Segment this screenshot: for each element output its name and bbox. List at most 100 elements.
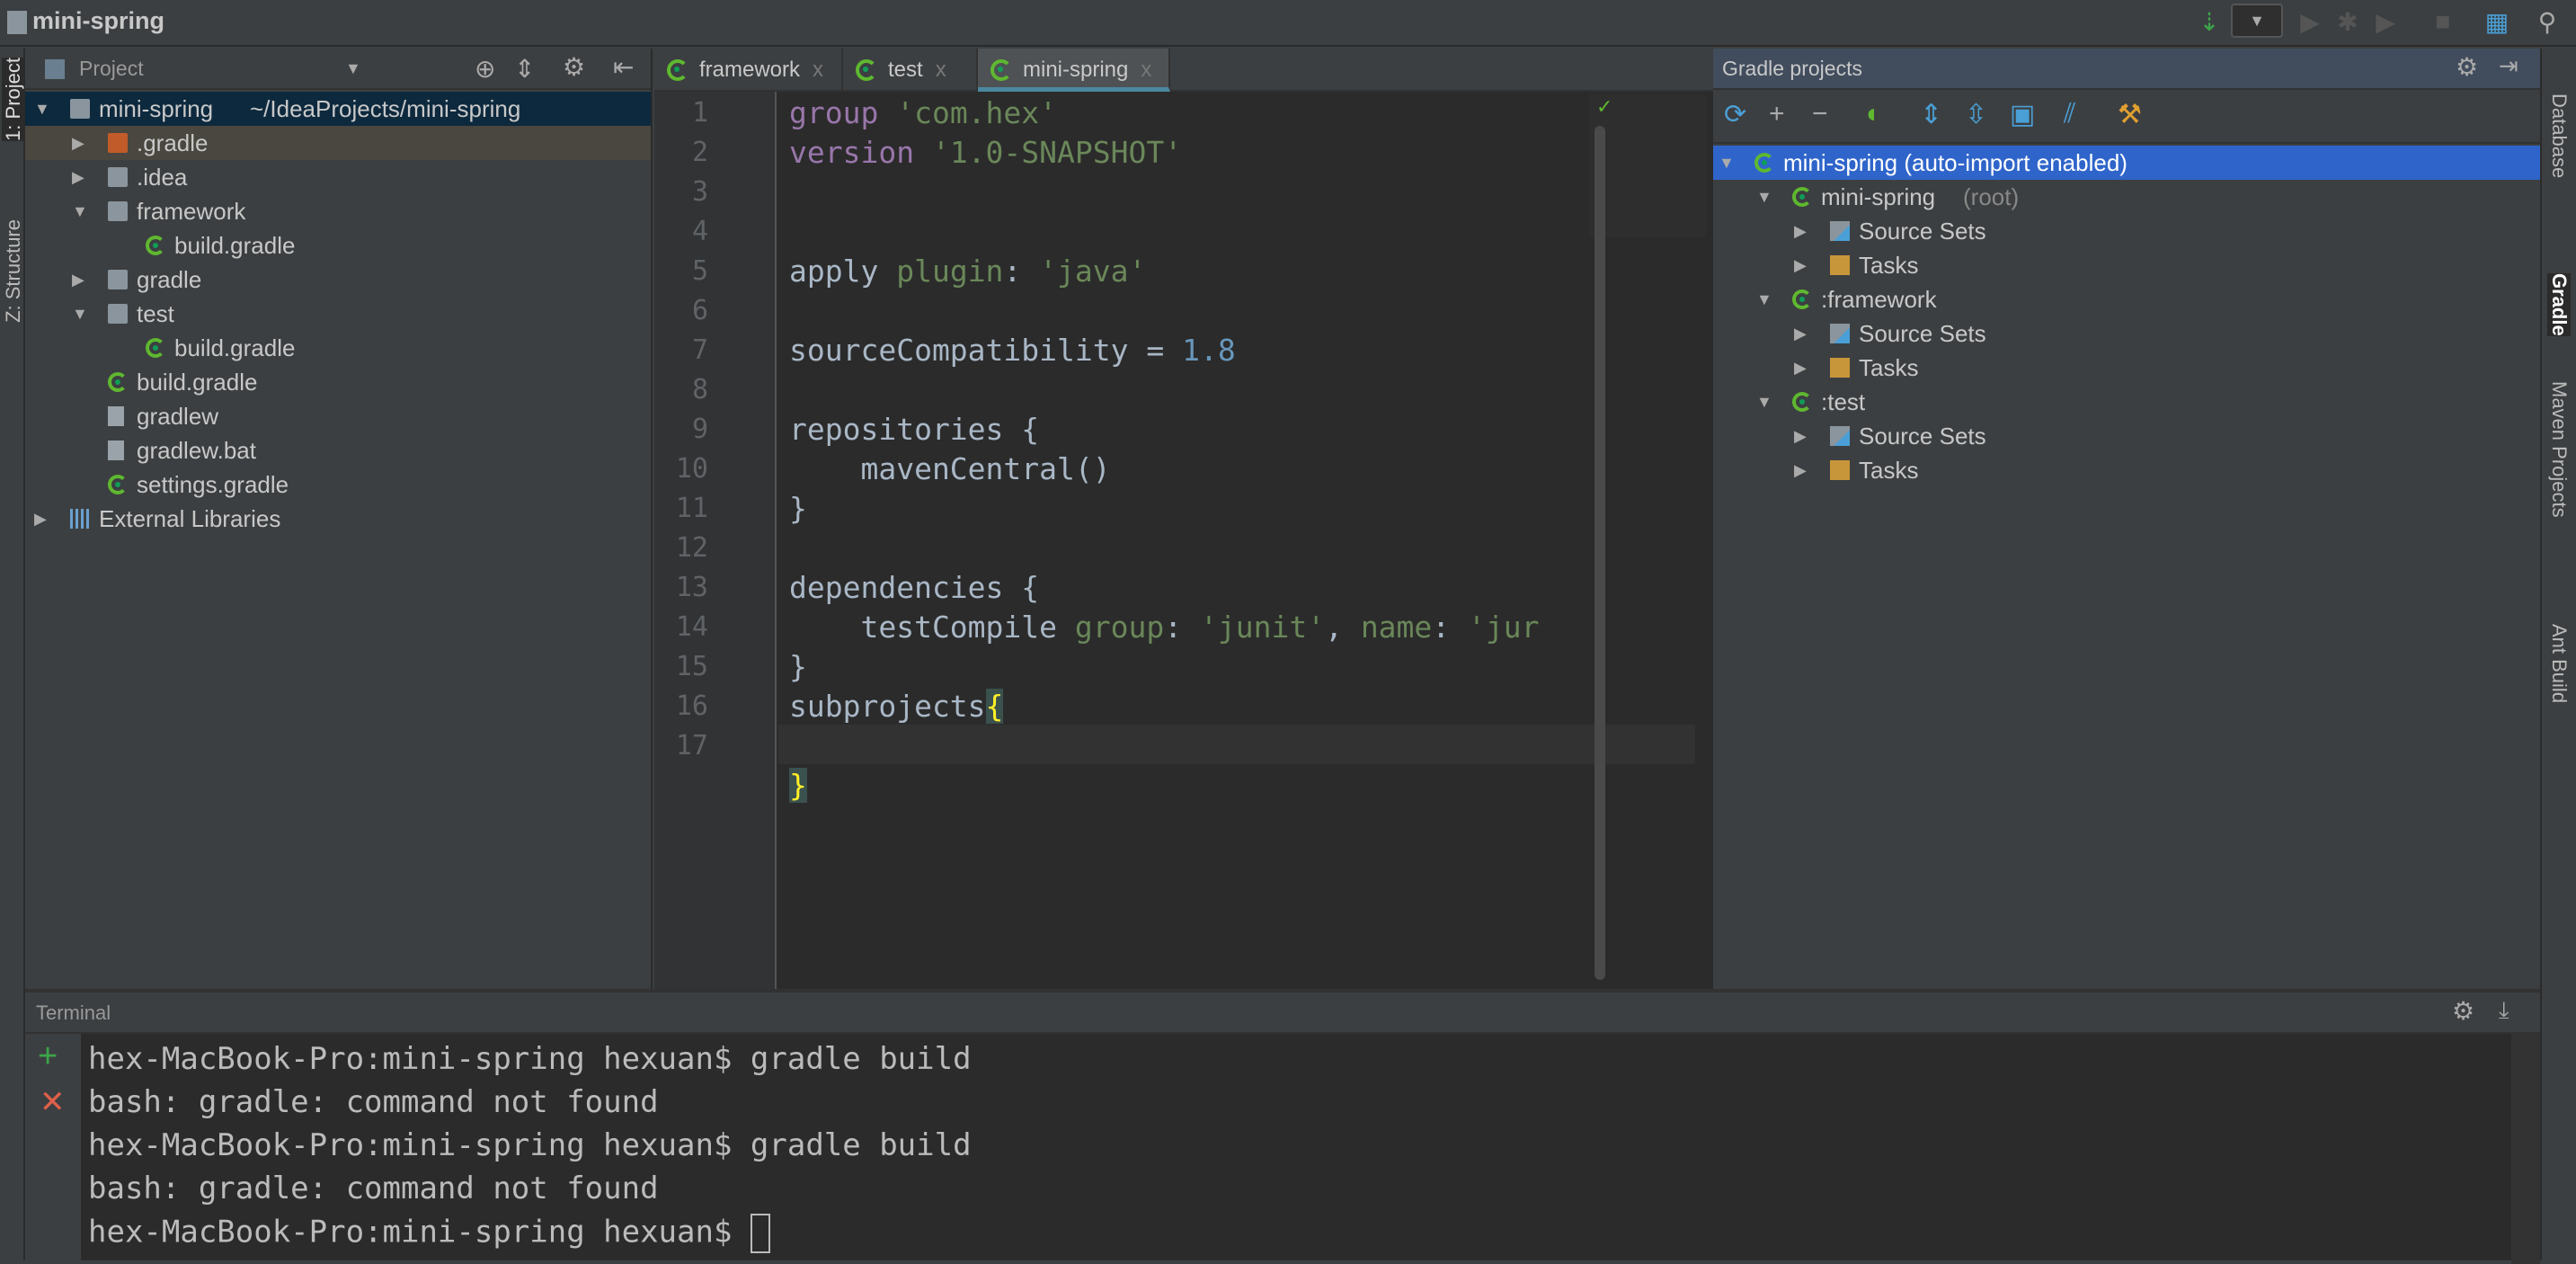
tree-item[interactable]: ▶ .gradle: [25, 126, 651, 160]
chevron-down-icon[interactable]: ▼: [1756, 180, 1772, 214]
hide-panel-icon[interactable]: ⤓: [2499, 996, 2509, 1025]
offline-mode-icon[interactable]: ⫽: [2064, 99, 2075, 129]
chevron-down-icon[interactable]: ▼: [34, 92, 50, 126]
close-icon[interactable]: x: [1141, 58, 1151, 82]
locate-icon[interactable]: ⊕: [475, 54, 495, 84]
chevron-right-icon[interactable]: ▶: [1794, 351, 1807, 385]
hide-panel-icon[interactable]: ⇥: [2499, 52, 2518, 80]
expand-all-icon[interactable]: ⇕: [1920, 99, 1942, 130]
remove-icon[interactable]: −: [1812, 99, 1828, 129]
chevron-right-icon[interactable]: ▶: [72, 126, 84, 160]
tree-item[interactable]: build.gradle: [25, 365, 651, 399]
hide-panel-icon[interactable]: ⇤: [613, 52, 634, 82]
tool-tab-maven[interactable]: Maven Projects: [2547, 381, 2571, 518]
chevron-right-icon[interactable]: ▶: [1794, 248, 1807, 282]
folder-excluded-icon: [108, 133, 128, 153]
tool-tab-database[interactable]: Database: [2547, 93, 2571, 178]
run-icon[interactable]: ▶: [2294, 7, 2326, 40]
editor-scrollbar[interactable]: [1594, 126, 1605, 980]
chevron-right-icon[interactable]: ▶: [72, 160, 84, 194]
terminal-line: bash: gradle: command not found: [88, 1171, 659, 1206]
tree-item-label: Source Sets: [1859, 218, 1986, 245]
line-number: 9: [691, 414, 708, 445]
tree-item-label: gradlew.bat: [137, 437, 256, 464]
chevron-down-icon[interactable]: ▼: [72, 194, 88, 228]
gradle-toolbar: ⟳ + − ◐ ⇕ ⇳ ▣ ⫽ ⚒: [1713, 92, 2540, 144]
gradle-tree-item[interactable]: ▶ Tasks: [1713, 453, 2540, 487]
stop-icon[interactable]: ■: [2427, 7, 2459, 40]
tree-item-label: build.gradle: [137, 369, 258, 396]
chevron-right-icon[interactable]: ▶: [72, 263, 84, 297]
tree-item[interactable]: ▶ .idea: [25, 160, 651, 194]
gradle-settings-icon[interactable]: ⚒: [2118, 99, 2142, 130]
gradle-tree-item[interactable]: ▶ Tasks: [1713, 248, 2540, 282]
tool-tab-structure[interactable]: Z: Structure: [2, 219, 25, 323]
line-number: 11: [675, 493, 708, 524]
gradle-icon: [108, 372, 128, 392]
terminal-title: Terminal: [36, 1001, 111, 1024]
terminal-scrollbar[interactable]: [2511, 1034, 2540, 1264]
gradle-tree-item[interactable]: ▶ Source Sets: [1713, 316, 2540, 351]
tool-tab-gradle[interactable]: Gradle: [2547, 273, 2571, 336]
chevron-right-icon[interactable]: ▶: [1794, 419, 1807, 453]
coverage-icon[interactable]: ▶: [2369, 7, 2402, 40]
breadcrumb-project[interactable]: mini-spring: [32, 7, 164, 35]
collapse-all-icon[interactable]: ⇳: [1965, 99, 1987, 130]
gradle-tree-item[interactable]: ▼ mini-spring (auto-import enabled): [1713, 146, 2540, 180]
search-icon[interactable]: ⚲: [2531, 7, 2563, 40]
gradle-tree-item[interactable]: ▶ Source Sets: [1713, 419, 2540, 453]
tree-item[interactable]: ▼ test: [25, 297, 651, 331]
gradle-tree-item[interactable]: ▶ Tasks: [1713, 351, 2540, 385]
gear-icon[interactable]: ⚙: [2452, 996, 2474, 1026]
chevron-right-icon[interactable]: ▶: [1794, 316, 1807, 351]
chevron-down-icon[interactable]: ▼: [72, 297, 88, 331]
tool-tab-project[interactable]: 1: Project: [2, 58, 25, 141]
tree-item[interactable]: build.gradle: [25, 331, 651, 365]
gradle-tree-item[interactable]: ▼:framework: [1713, 282, 2540, 316]
project-structure-icon[interactable]: ▦: [2481, 7, 2513, 40]
group-modules-icon[interactable]: ▣: [2010, 99, 2035, 130]
gradle-tree-item[interactable]: ▶ Source Sets: [1713, 214, 2540, 248]
close-session-icon[interactable]: ✕: [40, 1084, 66, 1120]
project-panel-title[interactable]: Project: [79, 57, 144, 81]
gradle-tree-item[interactable]: ▼ :test: [1713, 385, 2540, 419]
chevron-right-icon[interactable]: ▶: [1794, 214, 1807, 248]
tree-item[interactable]: build.gradle: [25, 228, 651, 263]
terminal-line-text: bash: gradle: command not found: [88, 1084, 659, 1120]
gear-icon[interactable]: ⚙: [563, 52, 585, 82]
tree-item[interactable]: ▶ gradle: [25, 263, 651, 297]
run-config-dropdown[interactable]: ▼: [2231, 4, 2283, 38]
source-sets-icon: [1830, 324, 1850, 343]
gear-icon[interactable]: ⚙: [2456, 52, 2478, 82]
chevron-down-icon[interactable]: ▼: [1756, 282, 1772, 316]
tree-item[interactable]: gradlew: [25, 399, 651, 433]
close-icon[interactable]: x: [936, 58, 946, 82]
close-icon[interactable]: x: [813, 58, 823, 82]
add-icon[interactable]: +: [1769, 99, 1785, 129]
chevron-down-icon[interactable]: ▼: [1756, 385, 1772, 419]
collapse-all-icon[interactable]: ⇕: [514, 54, 535, 84]
tree-item[interactable]: gradlew.bat: [25, 433, 651, 467]
gradle-tree-item[interactable]: ▼ mini-spring (root): [1713, 180, 2540, 214]
tab-test[interactable]: test x: [843, 49, 978, 92]
vcs-update-icon[interactable]: ⇣: [2193, 7, 2225, 40]
line-number: 17: [675, 730, 708, 761]
chevron-down-icon[interactable]: ▼: [1719, 146, 1735, 180]
execute-task-icon[interactable]: ◐: [1866, 99, 1882, 129]
new-session-icon[interactable]: +: [38, 1037, 58, 1076]
tab-mini-spring[interactable]: mini-spring x: [978, 49, 1170, 92]
tree-item[interactable]: settings.gradle: [25, 467, 651, 502]
tab-framework[interactable]: framework x: [654, 49, 843, 92]
refresh-icon[interactable]: ⟳: [1724, 99, 1746, 130]
tree-item[interactable]: ▼ framework: [25, 194, 651, 228]
folder-icon: [108, 270, 128, 289]
debug-icon[interactable]: ✱: [2332, 7, 2364, 40]
chevron-right-icon[interactable]: ▶: [34, 502, 47, 536]
chevron-right-icon[interactable]: ▶: [1794, 453, 1807, 487]
tree-item-label: mini-spring (auto-import enabled): [1783, 149, 2127, 176]
tool-tab-ant[interactable]: Ant Build: [2547, 624, 2571, 703]
view-dropdown-icon[interactable]: ▼: [345, 59, 361, 78]
tree-item-label: :test: [1821, 388, 1866, 415]
tree-item[interactable]: ▶ External Libraries: [25, 502, 651, 536]
tree-item[interactable]: ▼ mini-spring ~/IdeaProjects/mini-spring: [25, 92, 651, 126]
